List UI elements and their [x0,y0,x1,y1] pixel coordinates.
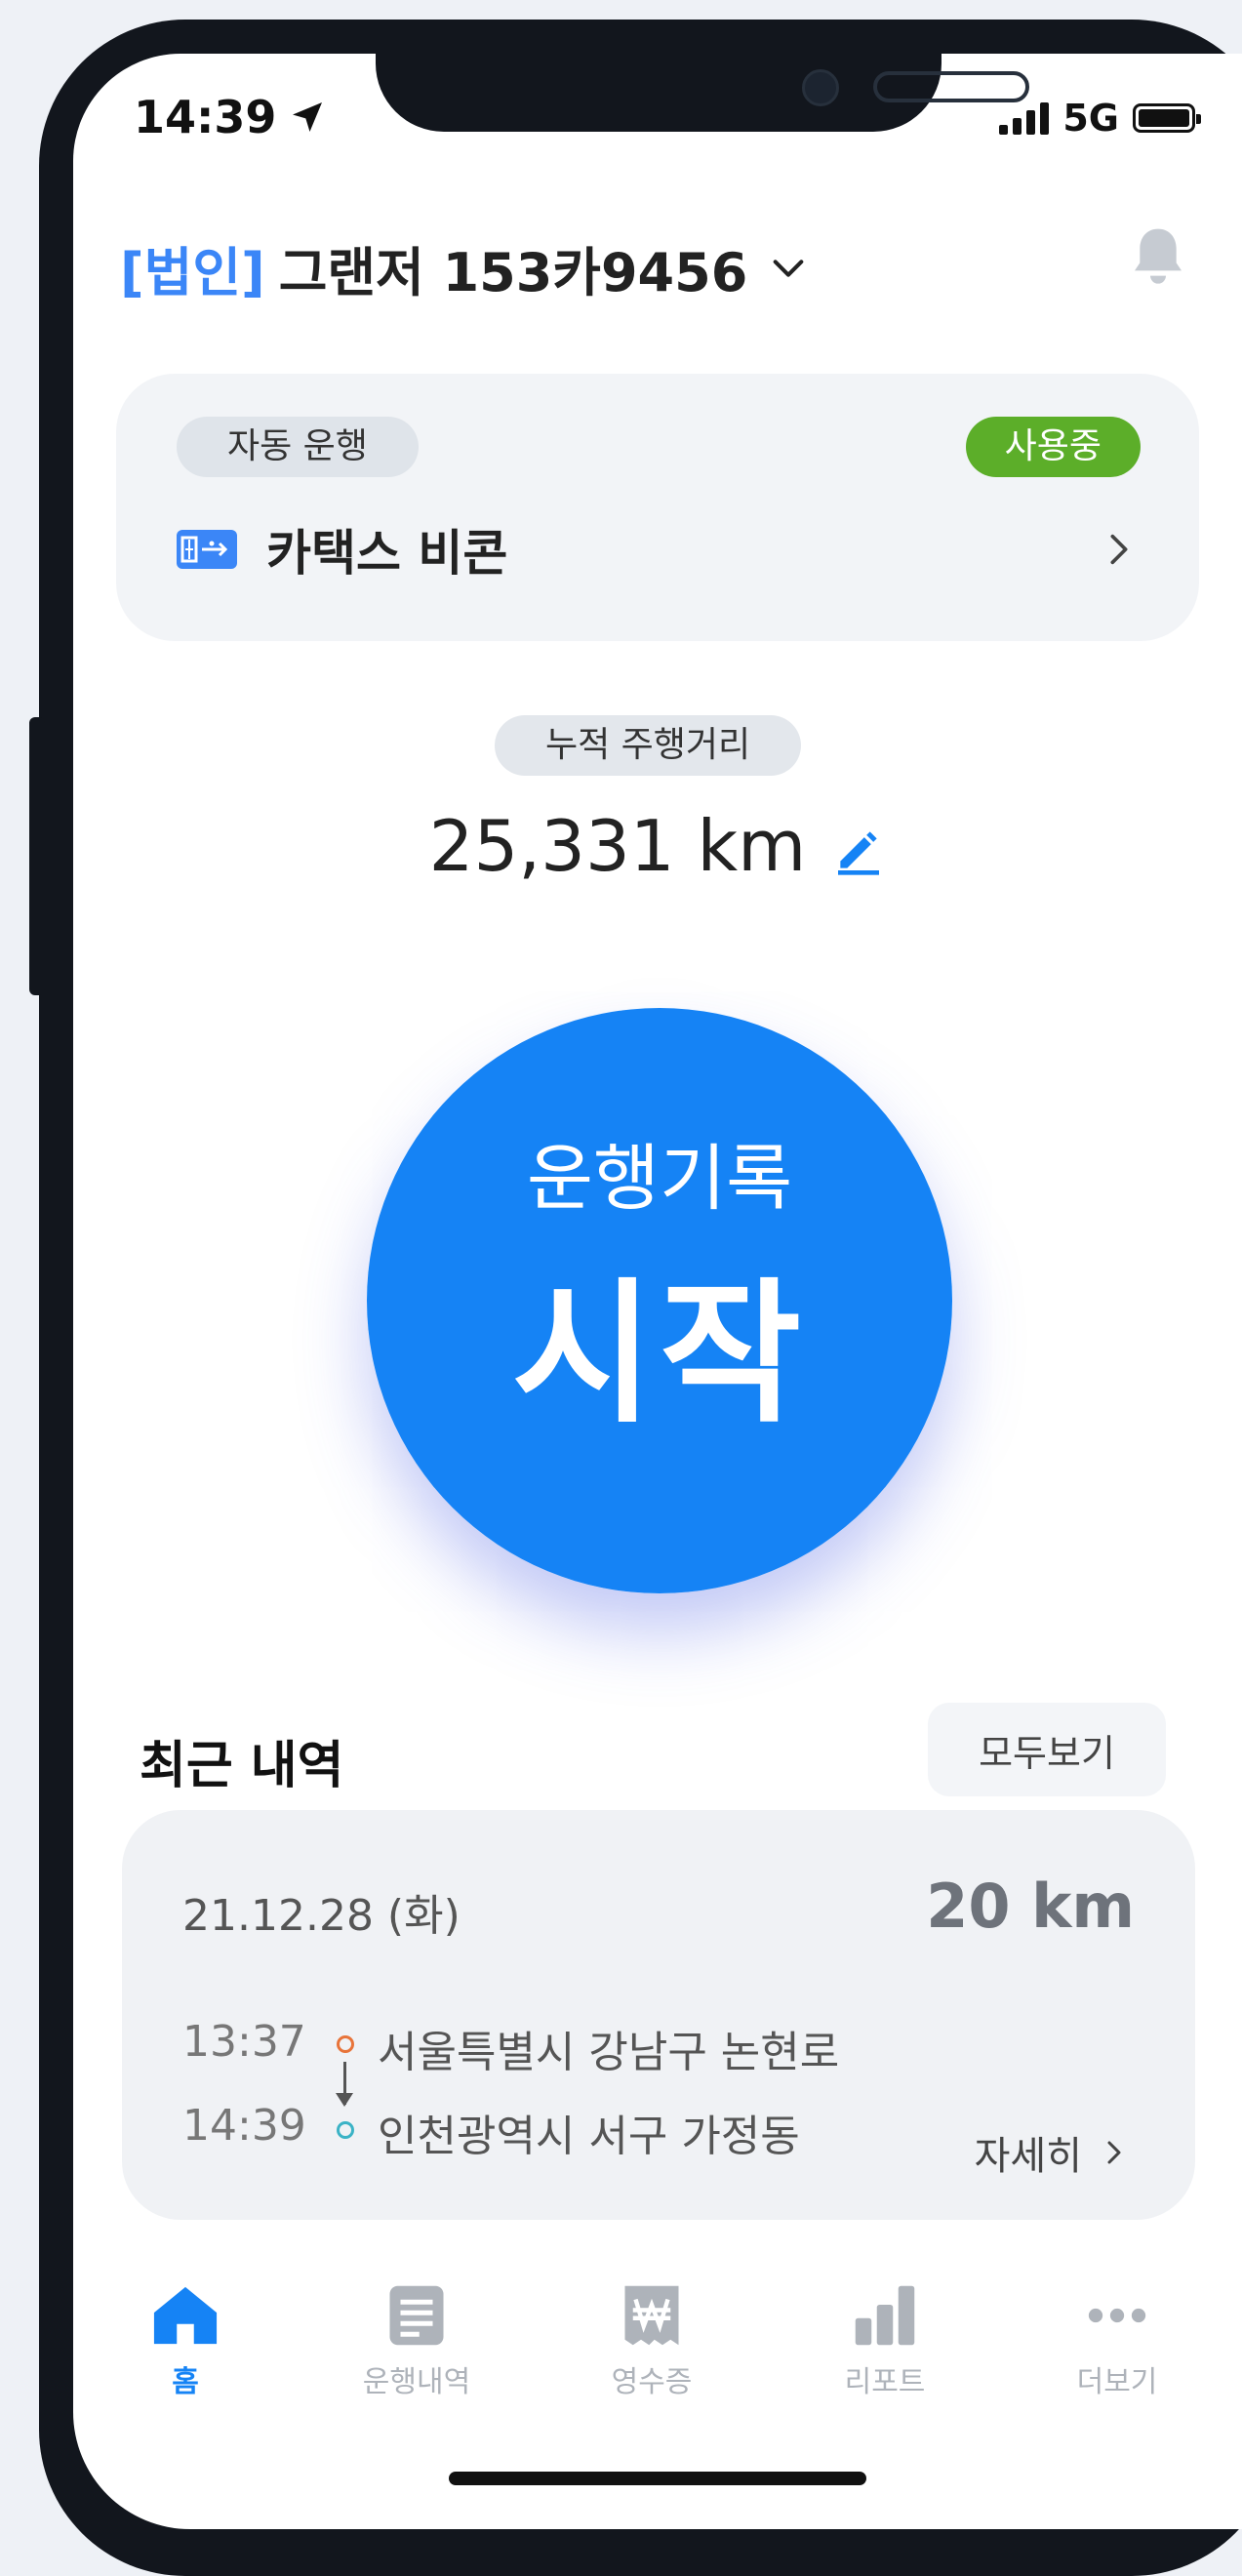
chart-icon [855,2285,915,2346]
corp-tag: [법인] [120,242,265,303]
location-arrow-icon [293,102,323,132]
detail-label: 자세히 [974,2134,1082,2179]
start-recording-button[interactable]: 운행기록 시작 [367,1008,952,1593]
end-point-icon [337,2121,354,2139]
tab-home[interactable]: 홈 [88,2283,283,2400]
vehicle-name: 그랜저 153카9456 [278,242,748,303]
chevron-down-icon [773,259,804,277]
home-indicator[interactable] [449,2472,866,2485]
trip-date: 21.12.28 (화) [182,1891,461,1941]
tab-history[interactable]: 운행내역 [319,2283,514,2400]
network-type: 5G [1062,97,1119,140]
view-all-button[interactable]: 모두보기 [928,1703,1166,1796]
more-icon [1088,2308,1146,2323]
status-time-text: 14:39 [134,91,277,143]
status-badge: 사용중 [965,417,1141,477]
status-indicators: 5G [999,97,1201,140]
edit-pencil-icon[interactable] [831,823,886,877]
start-button-subtitle: 운행기록 [526,1137,793,1221]
chevron-right-icon [1107,2141,1121,2164]
trip-end-address: 인천광역시 서구 가정동 [378,2112,800,2161]
tab-label: 운행내역 [362,2365,471,2399]
route-arrowhead-icon [336,2093,353,2107]
screen: 14:39 5G [법인] 그랜저 153카9456 자동 운행 사용중 카택스… [73,54,1242,2529]
start-button-title: 시작 [511,1265,808,1444]
bell-icon[interactable] [1127,223,1189,292]
bottom-tab-bar: 홈 운행내역 영수증 리포트 더보기 [73,2283,1242,2439]
trip-distance: 20 km [926,1871,1135,1942]
auto-drive-card: 자동 운행 사용중 카택스 비콘 [116,374,1199,641]
status-time: 14:39 [134,91,327,143]
total-distance-label: 누적 주행거리 [495,715,802,776]
auto-drive-label: 자동 운행 [177,417,419,477]
tab-label: 리포트 [844,2365,926,2399]
battery-icon [1133,103,1201,133]
front-camera [802,69,839,106]
beacon-row[interactable]: 카택스 비콘 [177,510,1139,588]
trip-start-address: 서울특별시 강남구 논현로 [378,2028,840,2077]
beacon-icon [177,530,237,569]
tab-label: 홈 [172,2365,199,2399]
trip-start-time: 13:37 [182,2017,306,2067]
side-button [29,717,45,995]
notch [376,54,1029,132]
receipt-icon [624,2285,679,2346]
vehicle-selector[interactable]: [법인] 그랜저 153카9456 [120,229,808,306]
chevron-right-icon [1110,534,1128,565]
tab-more[interactable]: 더보기 [1020,2283,1215,2400]
beacon-label: 카택스 비콘 [266,525,508,582]
start-point-icon [337,2035,354,2053]
trip-card[interactable]: 21.12.28 (화) 20 km 13:37 14:39 서울특별시 강남구… [122,1810,1195,2220]
trip-end-time: 14:39 [182,2101,306,2151]
signal-icon [999,101,1050,135]
recent-title: 최근 내역 [140,1737,344,1795]
tab-report[interactable]: 리포트 [787,2283,982,2400]
home-icon [153,2286,218,2345]
tab-receipt[interactable]: 영수증 [554,2283,749,2400]
document-icon [389,2285,444,2346]
detail-link[interactable]: 자세히 [975,2124,1129,2181]
total-distance-row: 25,331 km [73,805,1242,887]
tab-label: 영수증 [611,2365,693,2399]
total-distance-value: 25,331 km [428,805,807,887]
tab-label: 더보기 [1076,2365,1158,2399]
